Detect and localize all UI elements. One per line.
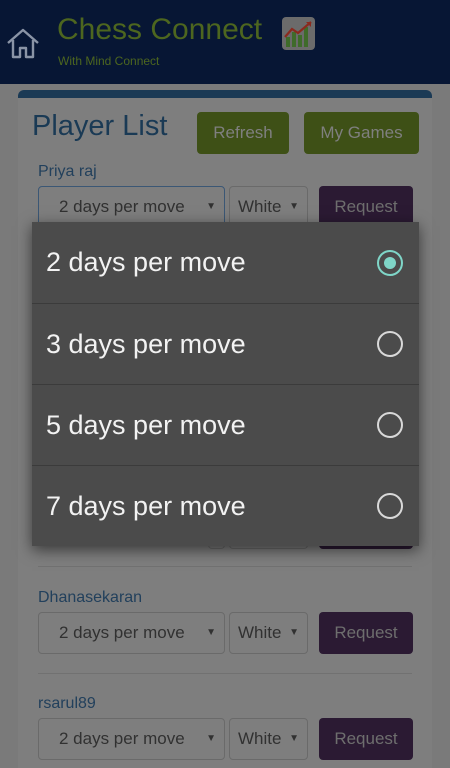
- dropdown-arrow-icon: ▼: [206, 201, 216, 212]
- dropdown-arrow-icon: ▼: [289, 733, 299, 744]
- time-control-dropdown: 2 days per move 3 days per move 5 days p…: [32, 222, 419, 546]
- time-control-select[interactable]: 2 days per move ▼: [38, 612, 225, 654]
- card-top-bar: [18, 90, 432, 98]
- option-label: 5 days per move: [46, 409, 246, 440]
- dropdown-arrow-icon: ▼: [289, 201, 299, 212]
- dropdown-option[interactable]: 5 days per move: [32, 384, 419, 465]
- time-control-select[interactable]: 2 days per move ▼: [38, 718, 225, 760]
- home-icon[interactable]: [4, 24, 42, 62]
- dropdown-option[interactable]: 2 days per move: [32, 222, 419, 303]
- dropdown-arrow-icon: ▼: [206, 733, 216, 744]
- color-value: White: [238, 197, 282, 216]
- time-control-value: 2 days per move: [59, 197, 185, 216]
- option-label: 2 days per move: [46, 247, 246, 277]
- app-header: Chess Connect With Mind Connect: [0, 0, 450, 84]
- color-select[interactable]: White ▼: [229, 612, 308, 654]
- player-name[interactable]: Priya raj: [38, 163, 97, 181]
- bar-chart-icon: [282, 17, 315, 50]
- player-name[interactable]: rsarul89: [38, 695, 96, 713]
- dropdown-arrow-icon: ▼: [289, 627, 299, 638]
- radio-selected-icon[interactable]: [377, 249, 403, 276]
- dropdown-arrow-icon: ▼: [206, 627, 216, 638]
- time-control-value: 2 days per move: [59, 729, 185, 748]
- request-button[interactable]: Request: [319, 718, 413, 760]
- option-label: 7 days per move: [46, 490, 246, 521]
- radio-unselected-icon[interactable]: [377, 331, 403, 357]
- row-divider: [38, 673, 412, 674]
- request-button[interactable]: Request: [319, 612, 413, 654]
- refresh-button[interactable]: Refresh: [197, 112, 289, 154]
- color-value: White: [238, 623, 282, 642]
- dropdown-option[interactable]: 7 days per move: [32, 465, 419, 546]
- page-title: Player List: [32, 110, 168, 142]
- dropdown-option[interactable]: 3 days per move: [32, 303, 419, 384]
- time-control-value: 2 days per move: [59, 623, 185, 642]
- radio-unselected-icon[interactable]: [377, 412, 403, 438]
- my-games-button[interactable]: My Games: [304, 112, 419, 154]
- color-select[interactable]: White ▼: [229, 718, 308, 760]
- row-divider: [38, 566, 412, 567]
- radio-unselected-icon[interactable]: [377, 493, 403, 519]
- app-title: Chess Connect: [57, 13, 263, 46]
- color-value: White: [238, 729, 282, 748]
- app-subtitle: With Mind Connect: [58, 54, 160, 68]
- option-label: 3 days per move: [46, 328, 246, 359]
- player-name[interactable]: Dhanasekaran: [38, 589, 142, 607]
